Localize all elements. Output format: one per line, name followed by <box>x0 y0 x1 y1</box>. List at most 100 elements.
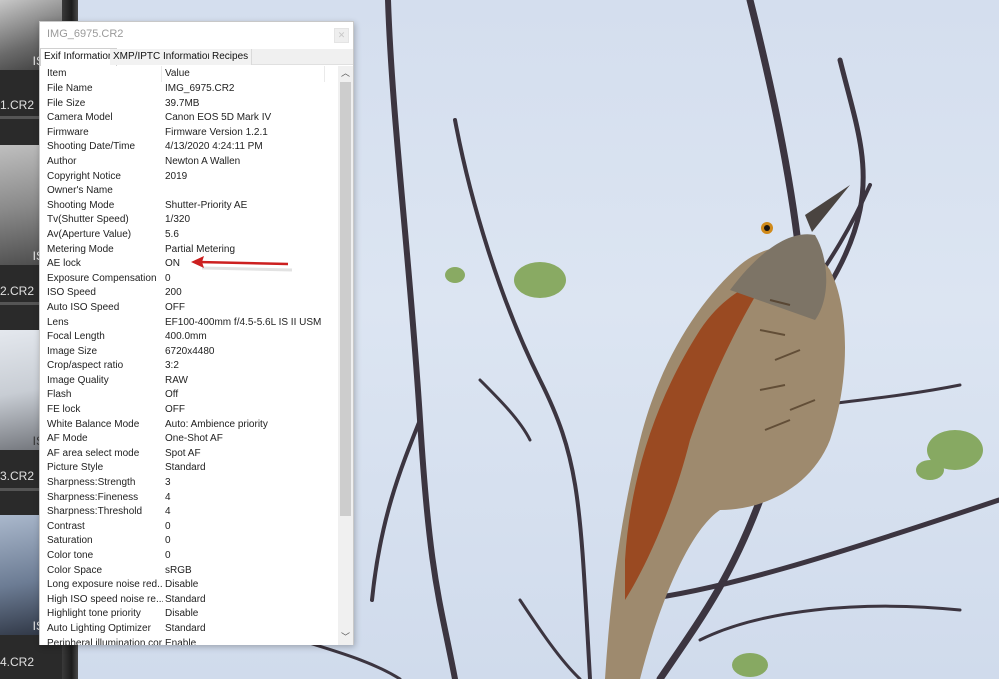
exif-item-value: Firmware Version 1.2.1 <box>165 126 268 138</box>
exif-item-value: 0 <box>165 550 171 561</box>
exif-item-value: One-Shot AF <box>165 433 223 445</box>
exif-row[interactable]: Firmware Firmware Version 1.2.1 <box>40 126 338 141</box>
exif-row[interactable]: Auto ISO Speed OFF <box>40 301 338 316</box>
tab-recipes[interactable]: Recipes <box>209 49 253 65</box>
column-header-value[interactable]: Value <box>165 68 190 79</box>
exif-row[interactable]: Picture Style Standard <box>40 461 338 476</box>
exif-row[interactable]: File Name IMG_6975.CR2 <box>40 82 338 97</box>
exif-row[interactable]: AF Mode One-Shot AF <box>40 432 338 447</box>
exif-item-value: Standard <box>165 462 206 474</box>
exif-row[interactable]: Author Newton A Wallen <box>40 155 338 170</box>
column-divider[interactable] <box>324 66 325 82</box>
scrollbar-thumb[interactable] <box>340 82 351 516</box>
exif-item-value: 4/13/2020 4:24:11 PM <box>165 141 263 153</box>
exif-row[interactable]: White Balance Mode Auto: Ambience priorit… <box>40 418 338 433</box>
exif-row[interactable]: AF area select mode Spot AF <box>40 447 338 462</box>
exif-row[interactable]: Auto Lighting Optimizer Standard <box>40 622 338 637</box>
exif-row[interactable]: Focal Length 400.0mm <box>40 330 338 345</box>
exif-row[interactable]: Tv(Shutter Speed) 1/320 <box>40 213 338 228</box>
tab-xmp-iptc-information[interactable]: XMP/IPTC Information <box>110 49 218 65</box>
scroll-up-button[interactable]: ︿ <box>338 66 353 81</box>
thumb-filename[interactable]: 2.CR2 <box>0 284 34 298</box>
exif-item-label: AF Mode <box>47 433 88 445</box>
dialog-title: IMG_6975.CR2 <box>47 28 124 40</box>
exif-item-value: Enable <box>165 637 197 645</box>
exif-item-value: Shutter-Priority AE <box>165 199 248 211</box>
exif-item-label: Av(Aperture Value) <box>47 228 132 240</box>
exif-row[interactable]: High ISO speed noise re... Standard <box>40 593 338 608</box>
thumb-filename[interactable]: 3.CR2 <box>0 469 34 483</box>
exif-item-label: Image Size <box>47 345 98 357</box>
thumb-filename[interactable]: 4.CR2 <box>0 655 34 669</box>
close-button[interactable]: ✕ <box>334 28 349 43</box>
exif-row[interactable]: Contrast 0 <box>40 520 338 535</box>
thumb-filename[interactable]: 1.CR2 <box>0 98 34 112</box>
exif-row[interactable]: FE lock OFF <box>40 403 338 418</box>
exif-item-value: Disable <box>165 608 199 620</box>
exif-row[interactable]: Image Quality RAW <box>40 374 338 389</box>
exif-item-label: ISO Speed <box>47 287 96 299</box>
vertical-scrollbar[interactable]: ︿ ﹀ <box>338 66 353 645</box>
exif-item-value: EF100-400mm f/4.5-5.6L IS II USM <box>165 316 322 328</box>
tab-exif-information[interactable]: Exif Information <box>40 48 118 66</box>
exif-row[interactable]: Saturation 0 <box>40 534 338 549</box>
exif-row[interactable]: Sharpness:Threshold 4 <box>40 505 338 520</box>
exif-item-label: Sharpness:Threshold <box>47 506 143 518</box>
exif-row[interactable]: Image Size 6720x4480 <box>40 345 338 360</box>
exif-item-label: AE lock <box>47 258 81 270</box>
exif-row[interactable]: Color tone 0 <box>40 549 338 564</box>
exif-rows: File Name IMG_6975.CR2 File Size 39.7MB Came… <box>40 82 338 645</box>
exif-item-value: Off <box>165 389 179 401</box>
exif-item-label: Auto ISO Speed <box>47 301 120 313</box>
exif-item-label: File Name <box>47 83 93 94</box>
exif-row[interactable]: Shooting Date/Time 4/13/2020 4:24:11 PM <box>40 140 338 155</box>
exif-row[interactable]: Crop/aspect ratio 3:2 <box>40 359 338 374</box>
exif-item-label: Author <box>47 155 77 167</box>
exif-item-label: Shooting Mode <box>47 199 115 211</box>
exif-item-label: Sharpness:Fineness <box>47 491 139 503</box>
exif-list: Item Value File Name IMG_6975.CR2 File Siz… <box>40 66 338 645</box>
exif-row[interactable]: Lens EF100-400mm f/4.5-5.6L IS II USM <box>40 316 338 331</box>
exif-item-label: Highlight tone priority <box>47 608 141 620</box>
exif-item-value: Standard <box>165 593 206 605</box>
exif-row[interactable]: Sharpness:Fineness 4 <box>40 491 338 506</box>
exif-row[interactable]: Color Space sRGB <box>40 564 338 579</box>
exif-row[interactable]: Long exposure noise red... Disable <box>40 578 338 593</box>
exif-item-value: 3:2 <box>165 360 179 372</box>
exif-row[interactable]: Sharpness:Strength 3 <box>40 476 338 491</box>
exif-row[interactable]: Av(Aperture Value) 5.6 <box>40 228 338 243</box>
exif-item-label: Saturation <box>47 535 93 547</box>
exif-row[interactable]: ISO Speed 200 <box>40 286 338 301</box>
chevron-up-icon: ︿ <box>340 68 350 78</box>
exif-item-label: White Balance Mode <box>47 418 140 430</box>
chevron-down-icon: ﹀ <box>340 632 350 642</box>
exif-item-label: FE lock <box>47 404 81 416</box>
exif-row[interactable]: Copyright Notice 2019 <box>40 170 338 185</box>
exif-row[interactable]: File Size 39.7MB <box>40 97 338 112</box>
close-icon: ✕ <box>337 30 346 40</box>
exif-item-value: 5.6 <box>165 228 179 240</box>
exif-item-value: 3 <box>165 477 171 489</box>
exif-item-label: Lens <box>47 316 69 328</box>
annotation-arrow <box>191 256 293 272</box>
exif-item-label: Tv(Shutter Speed) <box>47 214 129 226</box>
exif-item-label: Exposure Compensation <box>47 272 157 284</box>
column-divider[interactable] <box>161 66 162 82</box>
exif-item-value: RAW <box>165 374 188 386</box>
exif-row[interactable]: Highlight tone priority Disable <box>40 607 338 622</box>
exif-row[interactable]: Flash Off <box>40 388 338 403</box>
exif-item-value: Partial Metering <box>165 243 236 255</box>
scroll-down-button[interactable]: ﹀ <box>338 630 353 645</box>
exif-row[interactable]: Camera Model Canon EOS 5D Mark IV <box>40 111 338 126</box>
exif-row[interactable]: Peripheral illumination cor... Enable <box>40 637 338 645</box>
exif-item-label: AF area select mode <box>47 447 140 459</box>
exif-item-label: File Size <box>47 97 86 109</box>
column-header-item[interactable]: Item <box>47 68 66 79</box>
exif-row[interactable]: Owner's Name <box>40 184 338 199</box>
exif-item-value: Auto: Ambience priority <box>165 418 268 430</box>
exif-row[interactable]: Shooting Mode Shutter-Priority AE <box>40 199 338 214</box>
exif-item-value: Standard <box>165 622 206 634</box>
exif-item-value: 4 <box>165 506 171 518</box>
list-header: Item Value <box>40 66 326 82</box>
exif-item-value: 39.7MB <box>165 97 200 109</box>
